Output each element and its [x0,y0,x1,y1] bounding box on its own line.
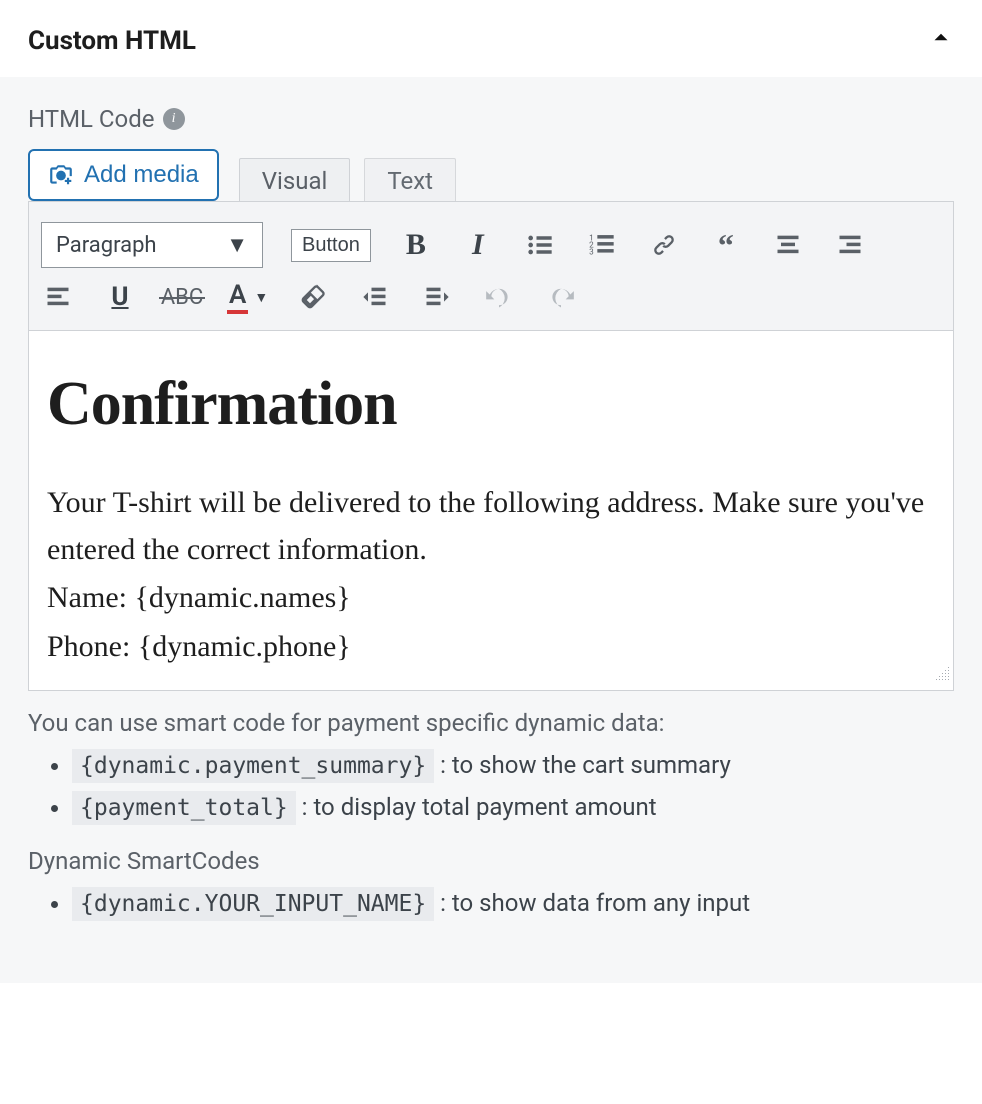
align-left-icon [44,283,72,311]
underline-icon: U [111,282,128,312]
quote-icon: “ [718,227,734,264]
svg-text:3: 3 [589,246,594,256]
undo-button[interactable] [482,282,516,312]
editor: Paragraph ▼ Button B I 123 “ [28,201,954,691]
panel-title: Custom HTML [28,26,196,56]
bullet-list-icon [526,231,554,259]
outdent-icon [361,283,389,311]
text-color-icon: A [227,280,248,314]
add-media-label: Add media [84,161,199,189]
add-media-button[interactable]: Add media [28,149,219,201]
field-label-row: HTML Code i [28,105,954,133]
underline-button[interactable]: U [103,282,137,312]
tab-text[interactable]: Text [364,158,456,201]
align-left-button[interactable] [41,282,75,312]
list-item: {payment_total} : to display total payme… [72,793,954,821]
italic-icon: I [472,228,484,262]
content-line: Phone: {dynamic.phone} [47,624,935,671]
bullet-list-button[interactable] [523,230,557,260]
list-item: {dynamic.payment_summary} : to show the … [72,751,954,779]
toolbar-row-2: U ABC A ▼ [41,274,941,320]
info-icon[interactable]: i [163,108,185,130]
clear-formatting-button[interactable] [296,282,330,312]
bold-icon: B [406,228,426,262]
strikethrough-button[interactable]: ABC [165,282,199,312]
insert-button-button[interactable]: Button [291,229,371,262]
dynamic-heading: Dynamic SmartCodes [28,847,954,875]
italic-button[interactable]: I [461,230,495,260]
panel-header[interactable]: Custom HTML [0,0,982,77]
content-line: Name: {dynamic.names} [47,575,935,622]
indent-icon [423,283,451,311]
smartcode: {dynamic.YOUR_INPUT_NAME} [72,887,434,921]
redo-button[interactable] [544,282,578,312]
toolbar: Paragraph ▼ Button B I 123 “ [29,202,953,331]
smartcode: {dynamic.payment_summary} [72,749,434,783]
bold-button[interactable]: B [399,230,433,260]
align-right-button[interactable] [833,230,867,260]
content-heading: Confirmation [47,369,935,440]
chevron-up-icon[interactable] [928,24,954,57]
align-center-icon [774,231,802,259]
indent-button[interactable] [420,282,454,312]
editor-content[interactable]: Confirmation Your T-shirt will be delive… [29,331,953,690]
numbered-list-button[interactable]: 123 [585,230,619,260]
link-button[interactable] [647,230,681,260]
strikethrough-icon: ABC [161,285,203,310]
text-color-button[interactable]: A ▼ [227,280,268,314]
content-line: Your T-shirt will be delivered to the fo… [47,480,935,573]
hint-intro: You can use smart code for payment speci… [28,709,954,737]
outdent-button[interactable] [358,282,392,312]
paragraph-select-label: Paragraph [56,233,157,258]
dynamic-smartcode-list: {dynamic.YOUR_INPUT_NAME} : to show data… [28,889,954,917]
align-right-icon [836,231,864,259]
smartcode: {payment_total} [72,791,296,825]
redo-icon [547,283,575,311]
align-center-button[interactable] [771,230,805,260]
list-item: {dynamic.YOUR_INPUT_NAME} : to show data… [72,889,954,917]
smartcode-desc: : to show the cart summary [440,751,731,779]
field-label: HTML Code [28,105,155,133]
resize-handle-icon[interactable] [935,667,949,686]
caret-down-icon: ▼ [226,232,248,258]
paragraph-select[interactable]: Paragraph ▼ [41,222,263,268]
tab-visual[interactable]: Visual [239,158,351,201]
eraser-icon [299,283,327,311]
blockquote-button[interactable]: “ [709,230,743,260]
panel-body: HTML Code i Add media Visual Text Paragr… [0,77,982,983]
link-icon [650,231,678,259]
undo-icon [485,283,513,311]
media-tab-row: Add media Visual Text [28,149,954,201]
camera-icon [48,162,74,188]
toolbar-row-1: Paragraph ▼ Button B I 123 “ [41,216,941,274]
smartcode-desc: : to display total payment amount [302,793,657,821]
smartcode-desc: : to show data from any input [440,889,750,917]
numbered-list-icon: 123 [588,231,616,259]
smartcode-list: {dynamic.payment_summary} : to show the … [28,751,954,821]
caret-down-icon: ▼ [254,289,268,306]
